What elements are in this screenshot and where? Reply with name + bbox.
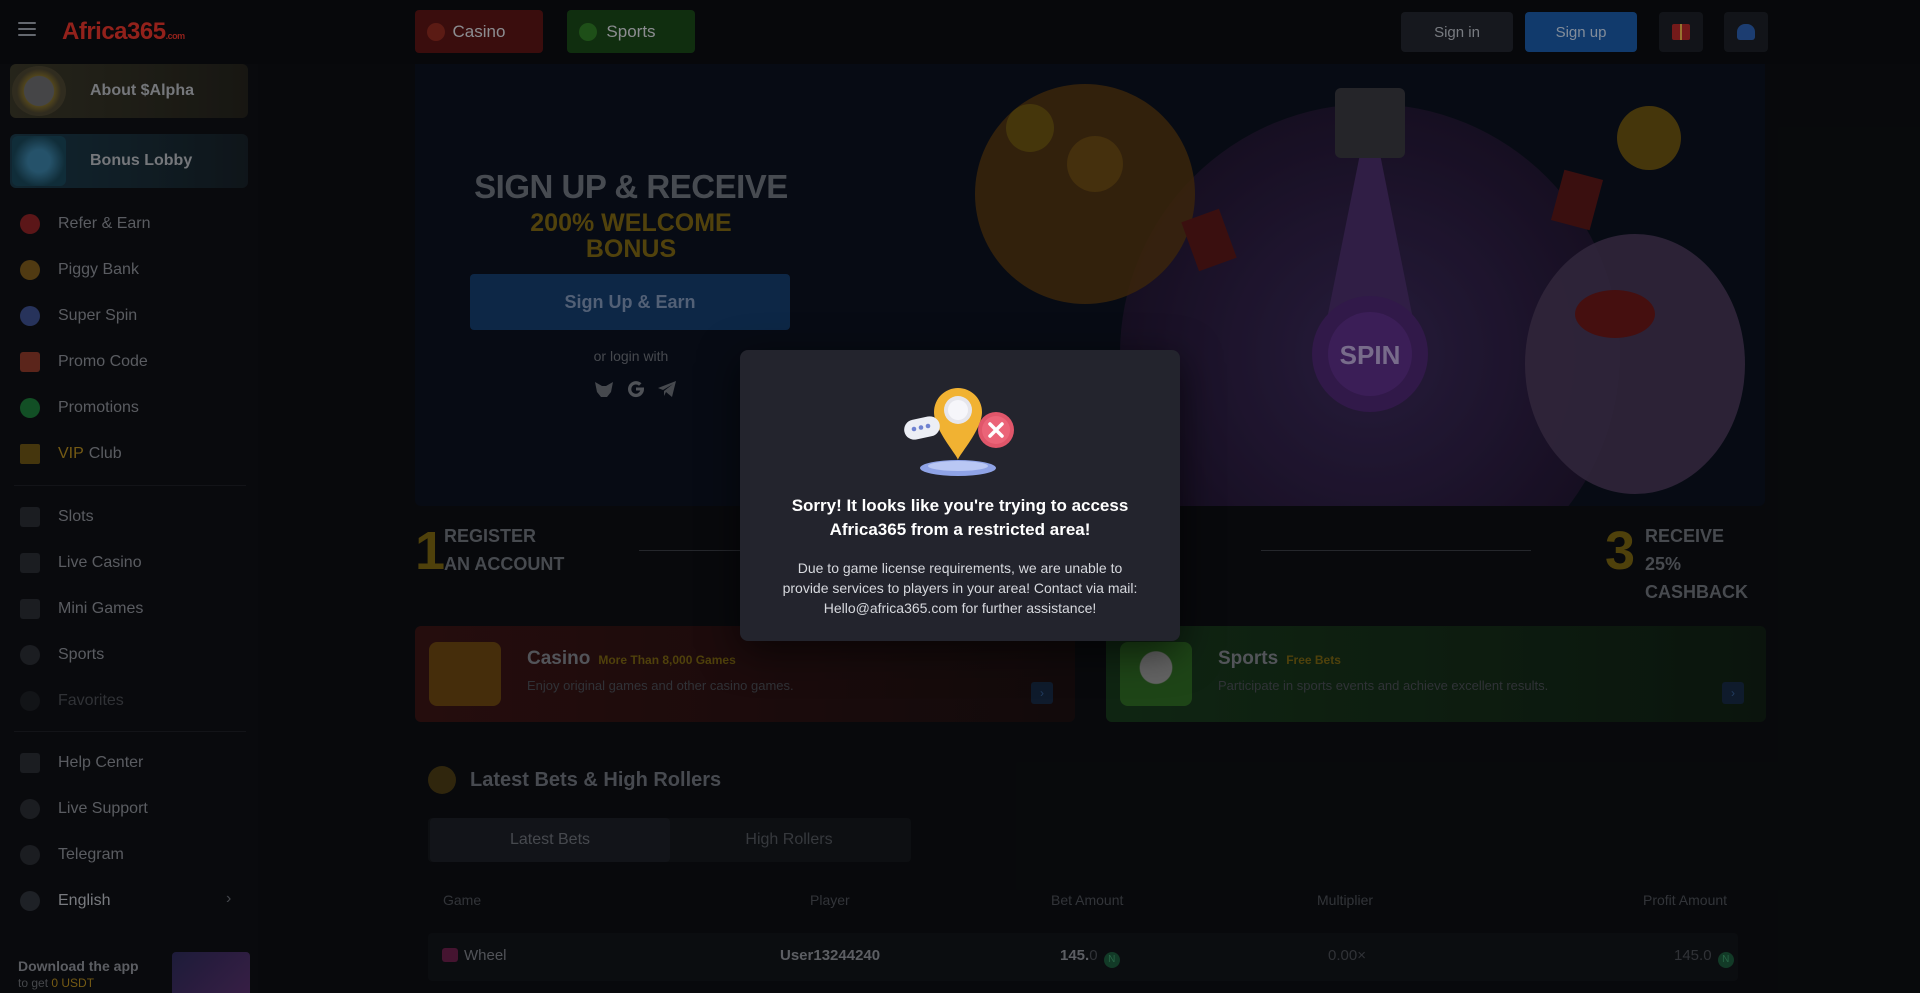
app-root: Africa365.com Casino Sports Sign in Sign… (0, 0, 1920, 993)
dialog-title: Sorry! It looks like you're trying to ac… (791, 496, 1129, 539)
location-blocked-icon (904, 388, 1014, 476)
dialog-message: Due to game license requirements, we are… (782, 560, 1138, 616)
restricted-area-dialog: Sorry! It looks like you're trying to ac… (740, 350, 1180, 641)
